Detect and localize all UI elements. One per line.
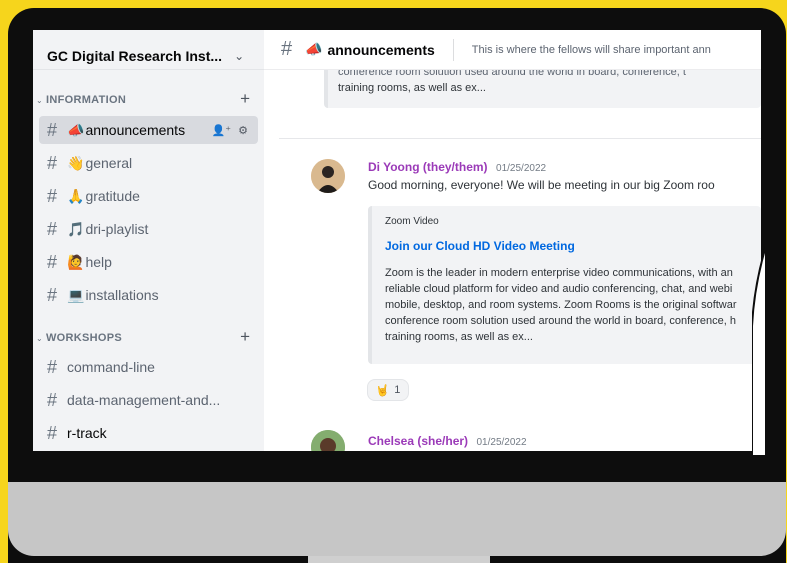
category-collapse-icon: ⌄: [36, 95, 43, 105]
chat-area: conference room solution used around the…: [264, 30, 761, 451]
plus-icon[interactable]: +: [240, 327, 250, 347]
channel-emoji: 🙋: [67, 253, 85, 270]
hash-icon: #: [281, 38, 293, 60]
channel-title: announcements: [327, 41, 435, 58]
channel-label: installations: [85, 287, 159, 303]
reaction-count: 1: [394, 384, 401, 396]
channel-label: data-management-and...: [67, 392, 221, 408]
avatar-image: [311, 159, 345, 193]
channel-gratitude[interactable]: # 🙏 gratitude: [39, 182, 258, 210]
server-name: GC Digital Research Inst...: [47, 47, 223, 64]
category-label: WORKSHOPS: [46, 332, 123, 344]
channel-label: gratitude: [85, 188, 140, 204]
hash-icon: #: [47, 251, 58, 272]
channel-sidebar: GC Digital Research Inst... ⌄ ⌄ INFORMAT…: [33, 30, 264, 451]
message-header: Chelsea (she/her) 01/25/2022: [368, 432, 527, 450]
channel-label: announcements: [85, 122, 186, 138]
hash-icon: #: [47, 119, 58, 140]
channel-topbar: # 📣 announcements This is where the fell…: [264, 30, 761, 70]
channel-r-track[interactable]: # r-track: [39, 419, 258, 447]
channel-emoji: 🎵: [67, 220, 85, 237]
message-text: Good morning, everyone! We will be meeti…: [368, 178, 715, 192]
channel-help[interactable]: # 🙋 help: [39, 248, 258, 276]
chevron-down-icon[interactable]: ⌄: [234, 49, 244, 63]
category-information[interactable]: ⌄ INFORMATION +: [33, 89, 264, 109]
channel-emoji: 📣: [305, 41, 323, 57]
reaction-emoji: 🤘: [375, 384, 390, 397]
channel-data-management[interactable]: # data-management-and...: [39, 386, 258, 414]
hash-icon: #: [47, 422, 58, 443]
hash-icon: #: [47, 185, 58, 206]
hash-icon: #: [47, 389, 58, 410]
channel-announcements[interactable]: # 📣 announcements 👤⁺ ⚙: [39, 116, 258, 144]
channel-label: help: [85, 254, 112, 270]
category-collapse-icon: ⌄: [36, 333, 43, 343]
timestamp: 01/25/2022: [476, 437, 527, 448]
zoom-embed: Zoom Video Join our Cloud HD Video Meeti…: [368, 206, 761, 364]
avatar-image: [311, 430, 345, 451]
category-label: INFORMATION: [46, 94, 127, 106]
embed-provider: Zoom Video: [385, 216, 439, 227]
monitor-chin: [8, 482, 786, 556]
channel-label: command-line: [67, 359, 155, 375]
embed-line: mobile, desktop, and room systems. Zoom …: [385, 299, 737, 311]
avatar[interactable]: [311, 430, 345, 451]
mouse-cursor-icon: [752, 246, 766, 456]
channel-label: general: [85, 155, 133, 171]
channel-emoji: 👋: [67, 154, 85, 171]
add-member-icon[interactable]: 👤⁺: [212, 125, 232, 137]
channel-topic[interactable]: This is where the fellows will share imp…: [472, 44, 711, 56]
channel-general[interactable]: # 👋 general: [39, 149, 258, 177]
channel-label: dri-playlist: [85, 221, 149, 237]
timestamp: 01/25/2022: [496, 163, 547, 174]
message-header: Di Yoong (they/them) 01/25/2022: [368, 158, 546, 176]
channel-command-line[interactable]: # command-line: [39, 353, 258, 381]
embed-line: Zoom is the leader in modern enterprise …: [385, 267, 733, 279]
channel-installations[interactable]: # 💻 installations: [39, 281, 258, 309]
hash-icon: #: [47, 284, 58, 305]
embed-line: conference room solution used around the…: [385, 315, 736, 327]
server-header[interactable]: GC Digital Research Inst... ⌄: [33, 30, 264, 70]
channel-label: r-track: [67, 425, 107, 441]
embed-line: training rooms, as well as ex...: [385, 331, 533, 343]
hash-icon: #: [47, 152, 58, 173]
author-name[interactable]: Chelsea (she/her): [368, 434, 468, 448]
channel-emoji: 💻: [67, 286, 85, 303]
channel-emoji: 🙏: [67, 187, 85, 204]
gear-icon[interactable]: ⚙: [238, 125, 248, 137]
plus-icon[interactable]: +: [240, 89, 250, 109]
channel-dri-playlist[interactable]: # 🎵 dri-playlist: [39, 215, 258, 243]
hash-icon: #: [47, 218, 58, 239]
channel-tools: 👤⁺ ⚙: [212, 124, 248, 137]
message-divider: [279, 138, 761, 139]
monitor-stand: [308, 556, 490, 563]
reaction-button[interactable]: 🤘 1: [367, 379, 409, 401]
embed-line: reliable cloud platform for video and au…: [385, 283, 733, 295]
channel-emoji: 📣: [67, 121, 85, 138]
hash-icon: #: [47, 356, 58, 377]
category-workshops[interactable]: ⌄ WORKSHOPS +: [33, 327, 264, 347]
discord-window: GC Digital Research Inst... ⌄ ⌄ INFORMAT…: [33, 30, 761, 451]
embed-line: training rooms, as well as ex...: [338, 82, 486, 94]
author-name[interactable]: Di Yoong (they/them): [368, 160, 488, 174]
embed-title-link[interactable]: Join our Cloud HD Video Meeting: [385, 239, 761, 253]
avatar[interactable]: [311, 159, 345, 193]
topbar-divider: [452, 38, 454, 61]
